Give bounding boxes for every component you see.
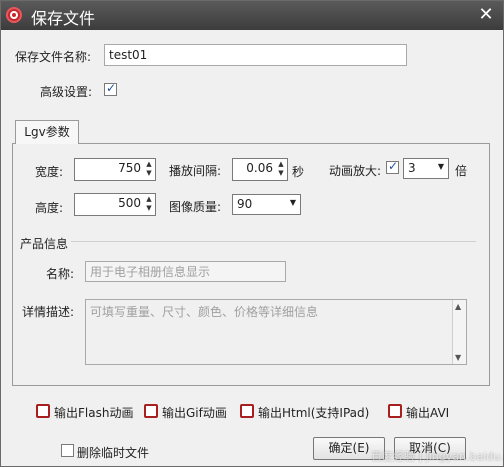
output-avi-label: 输出AVI (406, 406, 450, 420)
advanced-settings-label: 高级设置: (40, 85, 93, 99)
delete-temp-label: 删除临时文件 (77, 446, 150, 460)
height-label: 高度: (35, 201, 64, 215)
width-value: 750 (118, 161, 141, 175)
scroll-down-icon[interactable]: ▼ (455, 353, 461, 362)
width-spinbox[interactable]: 750 ▲ ▼ (74, 158, 156, 181)
watermark: 百度经验 | jingyan.baidu.com (371, 450, 504, 463)
spin-arrows-icon[interactable]: ▲ ▼ (276, 160, 286, 180)
zoom-unit: 倍 (455, 164, 468, 178)
chevron-down-icon[interactable]: ▼ (290, 198, 296, 207)
zoom-label: 动画放大: (329, 164, 382, 178)
height-value: 500 (118, 196, 141, 210)
output-html-checkbox[interactable] (240, 404, 254, 418)
quality-label: 图像质量: (169, 200, 222, 214)
chevron-down-icon[interactable]: ▼ (438, 162, 444, 171)
height-spinbox[interactable]: 500 ▲ ▼ (74, 193, 156, 216)
product-name-input[interactable]: 用于电子相册信息显示 (85, 261, 286, 282)
product-name-label: 名称: (46, 267, 75, 281)
output-gif-label: 输出Gif动画 (162, 406, 227, 420)
section-divider (71, 241, 476, 242)
interval-label: 播放间隔: (169, 164, 222, 178)
tab-lgv-params[interactable]: Lgv参数 (15, 120, 79, 144)
output-gif-checkbox[interactable] (144, 404, 158, 418)
output-flash-label: 输出Flash动画 (54, 406, 134, 420)
filename-label: 保存文件名称: (15, 50, 92, 64)
title-bar[interactable]: 保存文件 ✕ (1, 1, 503, 30)
zoom-checkbox[interactable] (386, 159, 399, 174)
advanced-settings-checkbox[interactable] (104, 81, 117, 96)
interval-value: 0.06 (246, 161, 273, 175)
product-info-heading: 产品信息 (20, 237, 69, 251)
vertical-scrollbar[interactable]: ▲ ▼ (452, 300, 466, 364)
delete-temp-checkbox[interactable] (61, 444, 74, 457)
spin-arrows-icon[interactable]: ▲ ▼ (144, 160, 154, 180)
detail-description-label: 详情描述: (22, 305, 75, 319)
output-html-label: 输出Html(支持IPad) (258, 406, 370, 420)
quality-combo[interactable]: 90 ▼ (232, 194, 301, 215)
quality-value: 90 (237, 197, 253, 211)
filename-input[interactable]: test01 (104, 44, 407, 66)
output-avi-checkbox[interactable] (388, 404, 402, 418)
detail-description-textarea[interactable]: 可填写重量、尺寸、颜色、价格等详细信息 ▲ ▼ (85, 299, 467, 365)
scroll-up-icon[interactable]: ▲ (455, 302, 461, 311)
app-logo-icon (6, 7, 22, 23)
output-flash-checkbox[interactable] (36, 404, 50, 418)
detail-description-placeholder: 可填写重量、尺寸、颜色、价格等详细信息 (90, 305, 319, 319)
zoom-combo[interactable]: 3 ▼ (403, 158, 449, 179)
dialog-title: 保存文件 (31, 9, 96, 28)
close-icon[interactable]: ✕ (475, 4, 497, 26)
zoom-value: 3 (408, 161, 416, 175)
interval-unit: 秒 (292, 165, 305, 179)
interval-spinbox[interactable]: 0.06 ▲ ▼ (232, 158, 288, 181)
spin-arrows-icon[interactable]: ▲ ▼ (144, 195, 154, 215)
save-file-dialog: 保存文件 ✕ 保存文件名称: test01 高级设置: Lgv参数 宽度: 75… (0, 0, 504, 467)
width-label: 宽度: (35, 165, 64, 179)
